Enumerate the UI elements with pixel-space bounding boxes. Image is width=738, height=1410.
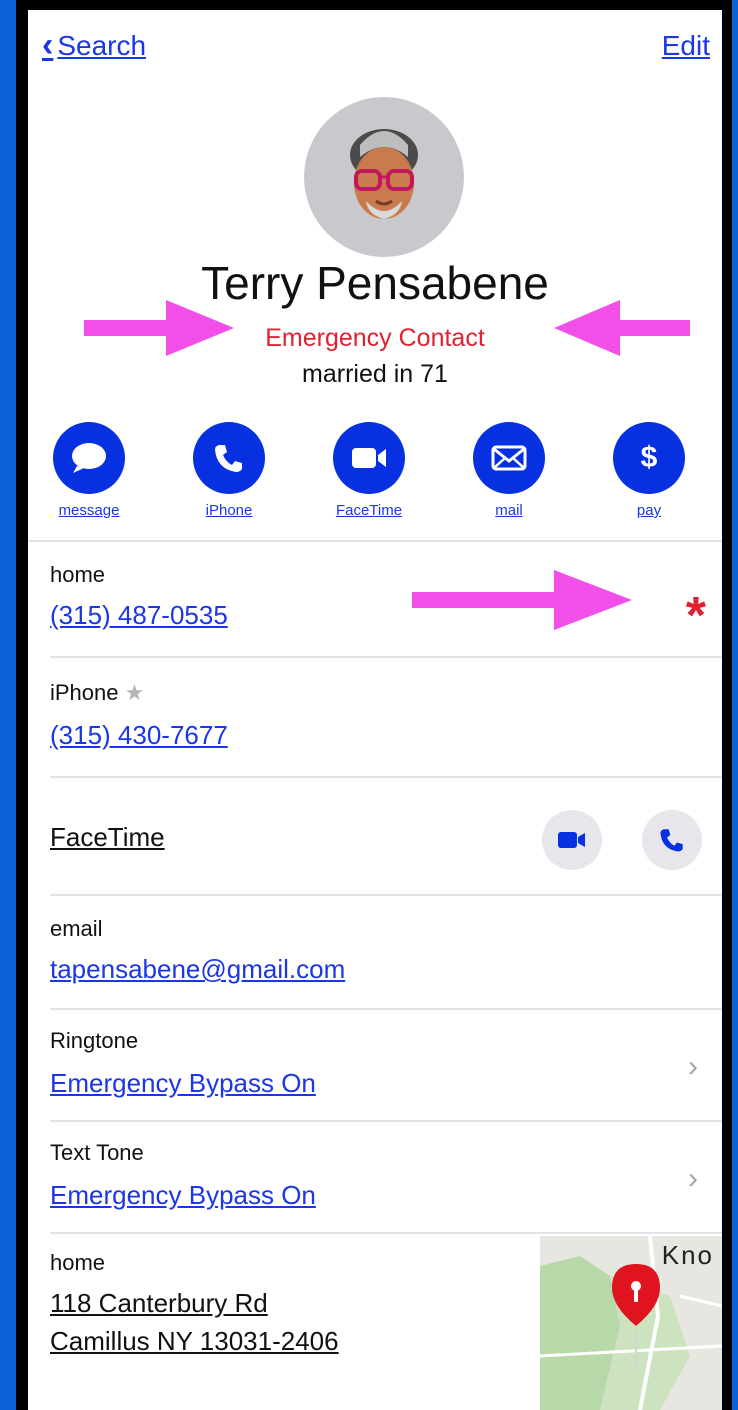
- annotation-arrow-left-icon: [554, 300, 690, 356]
- envelope-icon: [473, 422, 545, 494]
- iphone-phone-number[interactable]: (315) 430-7677: [50, 720, 228, 751]
- facetime-label: FaceTime: [50, 822, 165, 852]
- address-label: home: [50, 1250, 106, 1275]
- emergency-marker: *: [685, 587, 706, 645]
- pay-action-label: pay: [636, 502, 662, 519]
- chevron-right-icon: ›: [688, 1162, 698, 1195]
- facetime-action-label: FaceTime: [335, 502, 403, 519]
- avatar: [304, 97, 464, 257]
- message-bubble-icon: [53, 422, 125, 494]
- home-phone-number[interactable]: (315) 487-0535: [50, 600, 228, 631]
- pay-action-button[interactable]: $ pay: [594, 422, 704, 519]
- iphone-action-button[interactable]: iPhone: [174, 422, 284, 519]
- home-phone-label: home: [50, 562, 106, 587]
- message-action-label: message: [58, 502, 120, 519]
- chevron-right-icon: ›: [688, 1050, 698, 1083]
- section-divider: [28, 540, 722, 542]
- dollar-icon: $: [613, 422, 685, 494]
- phone-icon: [660, 829, 683, 852]
- address-line-2: Camillus NY 13031-2406: [50, 1326, 339, 1356]
- email-label: email: [50, 916, 103, 941]
- row-divider: [50, 1232, 722, 1234]
- message-action-button[interactable]: message: [34, 422, 144, 519]
- row-divider: [50, 776, 722, 778]
- email-value[interactable]: tapensabene@gmail.com: [50, 954, 345, 985]
- facetime-action-button[interactable]: FaceTime: [314, 422, 424, 519]
- row-divider: [50, 894, 722, 896]
- row-divider: [50, 656, 722, 658]
- address-line-1: 118 Canterbury Rd: [50, 1288, 268, 1318]
- row-divider: [50, 1008, 722, 1010]
- video-camera-icon: [333, 422, 405, 494]
- contact-screen: ‹ Search Edit Terry Pensabene Emergency …: [28, 10, 722, 1410]
- star-icon: ★: [124, 680, 145, 705]
- quick-actions: message iPhone FaceTime mail $ pay: [28, 422, 722, 532]
- video-camera-icon: [558, 832, 585, 848]
- back-button[interactable]: ‹ Search: [42, 26, 146, 65]
- memoji-avatar-icon: [350, 129, 418, 219]
- address-map-thumbnail[interactable]: Kno: [540, 1236, 722, 1410]
- text-tone-label: Text Tone: [50, 1140, 144, 1165]
- mail-action-label: mail: [495, 502, 523, 519]
- text-tone-value: Emergency Bypass On: [50, 1180, 316, 1210]
- annotation-arrow-right-icon: [84, 300, 234, 356]
- chevron-left-icon: ‹: [42, 26, 54, 64]
- annotation-arrow-right-icon: [412, 570, 632, 630]
- iphone-label-text: iPhone: [50, 680, 119, 705]
- mail-action-button[interactable]: mail: [454, 422, 564, 519]
- contact-note: married in 71: [302, 360, 448, 388]
- iphone-phone-label: iPhone ★: [50, 680, 144, 706]
- facetime-video-button[interactable]: [542, 810, 602, 870]
- iphone-action-label: iPhone: [205, 502, 253, 519]
- phone-icon: [193, 422, 265, 494]
- facetime-audio-button[interactable]: [642, 810, 702, 870]
- ringtone-value: Emergency Bypass On: [50, 1068, 316, 1098]
- edit-button[interactable]: Edit: [662, 30, 710, 62]
- row-divider: [50, 1120, 722, 1122]
- ringtone-label: Ringtone: [50, 1028, 139, 1053]
- back-button-label: Search: [57, 29, 147, 61]
- map-label: Kno: [661, 1240, 714, 1270]
